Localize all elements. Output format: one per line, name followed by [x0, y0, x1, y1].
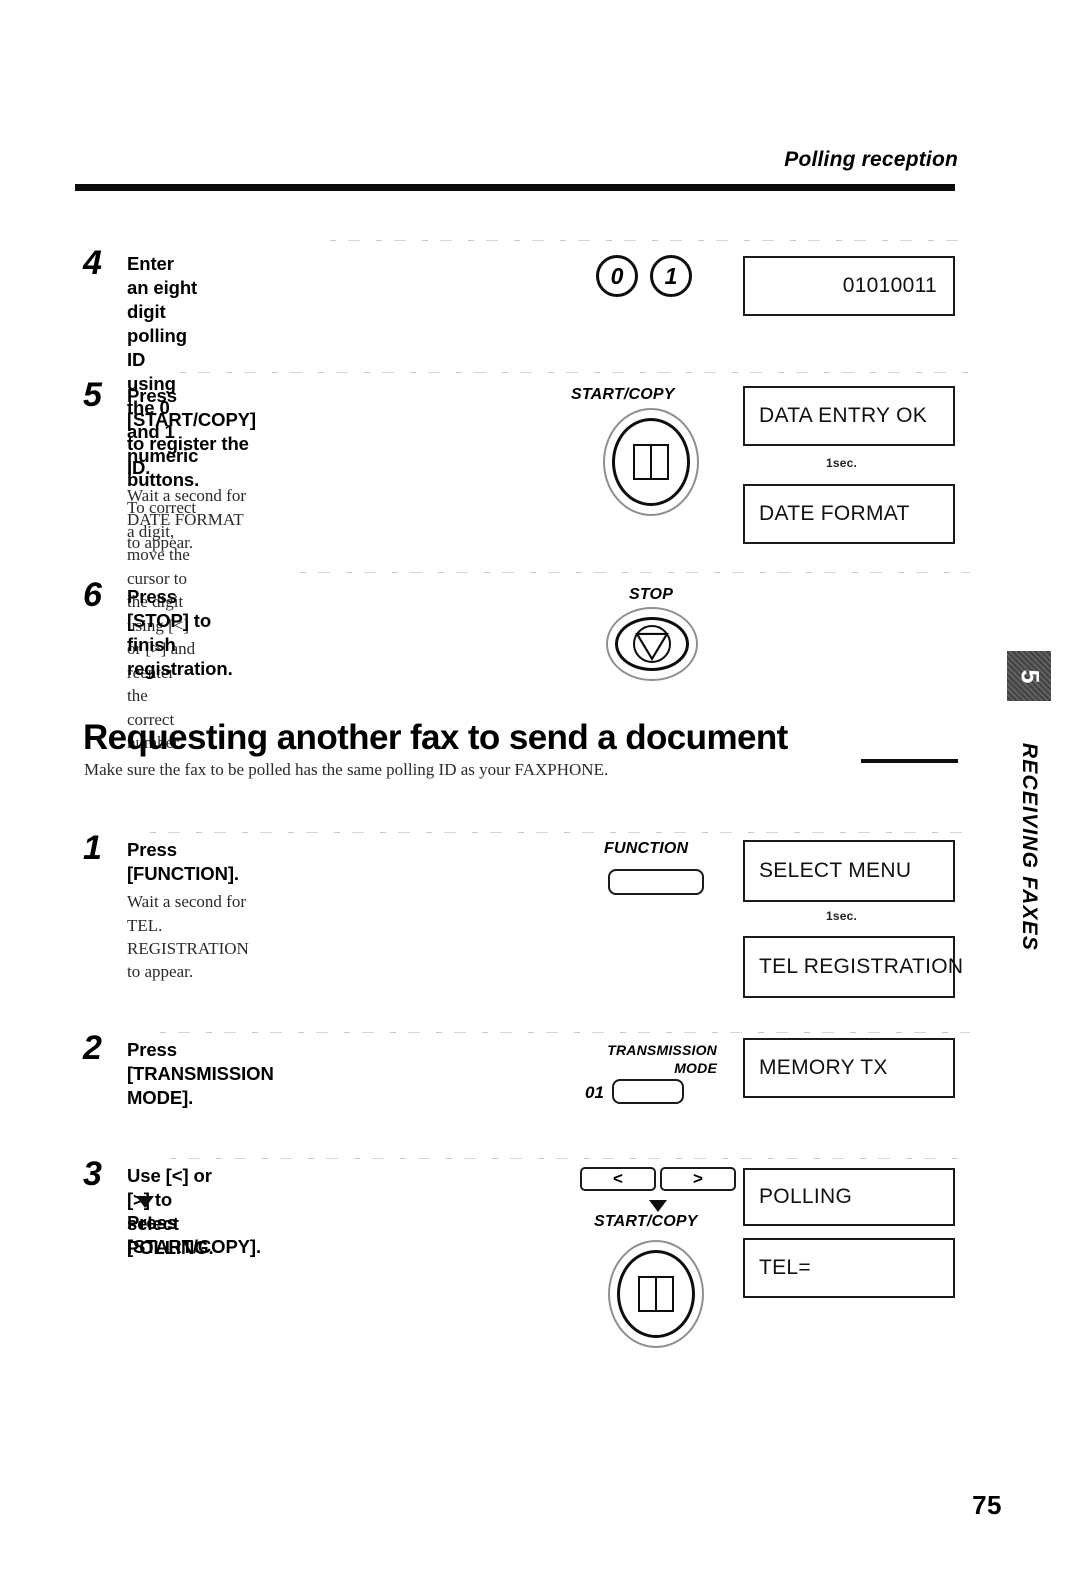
step-number: 6 — [83, 576, 102, 614]
scan-speckle — [180, 372, 970, 373]
start-copy-key-label: START/COPY — [594, 1213, 698, 1230]
chapter-tab-label: RECEIVING FAXES — [1007, 705, 1051, 1005]
start-copy-key-label: START/COPY — [571, 386, 675, 403]
section-heading: Requesting another fax to send a documen… — [83, 718, 788, 757]
header-rule — [75, 184, 955, 191]
lcd-line: TEL REGISTRATION — [759, 955, 964, 978]
lcd-display-tel-registration: TEL REGISTRATION — [743, 936, 963, 998]
delay-label: 1sec. — [826, 909, 858, 923]
lcd-line: MEMORY TX — [759, 1056, 888, 1079]
step-number: 2 — [83, 1029, 102, 1067]
chapter-number: 5 — [1015, 669, 1044, 683]
step-text-block: Press [TRANSMISSION MODE]. — [127, 1038, 274, 1110]
step-text-block-second: Press [START/COPY]. — [127, 1211, 261, 1259]
step-number: 1 — [83, 829, 102, 867]
step-number: 3 — [83, 1155, 102, 1193]
page-number: 75 — [972, 1490, 1002, 1520]
step-title: Press [START/COPY] to register the ID. — [127, 385, 256, 479]
lcd-display-data-entry-ok: DATA ENTRY OK — [743, 386, 955, 446]
section-heading-rule — [861, 759, 958, 763]
step-title-secondary: Press [START/COPY]. — [127, 1212, 262, 1258]
step-text-block: Press [FUNCTION]. Wait a second for TEL.… — [127, 838, 249, 984]
start-copy-bar-icon — [650, 445, 652, 479]
start-copy-key[interactable] — [603, 408, 699, 516]
transmission-mode-key[interactable] — [612, 1079, 684, 1104]
step-text-block: Press [START/COPY] to register the ID. W… — [127, 384, 256, 555]
lcd-line: DATE FORMAT — [759, 502, 910, 525]
chapter-tab-number-box: 5 — [1007, 651, 1051, 701]
step-number: 5 — [83, 376, 102, 414]
function-key-label: FUNCTION — [604, 840, 689, 857]
start-copy-bar-icon — [655, 1277, 657, 1311]
scan-speckle — [300, 572, 970, 573]
left-arrow-key[interactable]: < — [580, 1167, 656, 1191]
lcd-display-polling: POLLING — [743, 1168, 955, 1226]
scan-speckle — [160, 1032, 970, 1033]
numeric-key-1[interactable]: 1 — [650, 255, 692, 297]
page-header-title: Polling reception — [784, 148, 958, 171]
manual-page: Polling reception 4 Enter an eight digit… — [0, 0, 1080, 1585]
scan-speckle — [330, 240, 970, 241]
lcd-line: POLLING — [759, 1185, 853, 1208]
stop-key-label: STOP — [629, 586, 674, 603]
lcd-display-tel: TEL= — [743, 1238, 955, 1298]
scan-speckle — [150, 832, 970, 833]
lcd-line: SELECT MENU — [759, 859, 912, 882]
right-arrow-key[interactable]: > — [660, 1167, 736, 1191]
step-number: 4 — [83, 244, 102, 282]
step-subtext: Wait a second for DATE FORMAT to appear. — [127, 486, 246, 553]
lcd-line: TEL= — [759, 1256, 811, 1279]
step-text-block: Press [STOP] to finish registration. — [127, 585, 233, 681]
numeric-key-0[interactable]: 0 — [596, 255, 638, 297]
stop-triangle-icon — [635, 632, 669, 662]
step-flow-arrow-icon — [136, 1196, 154, 1208]
lcd-line: 01010011 — [842, 274, 937, 297]
transmission-mode-key-label-line1: TRANSMISSION — [607, 1042, 717, 1058]
transmission-mode-key-label-line2: MODE — [674, 1060, 717, 1076]
step-title: Press [TRANSMISSION MODE]. — [127, 1039, 274, 1109]
lcd-display-memory-tx: MEMORY TX — [743, 1038, 955, 1098]
delay-label: 1sec. — [826, 456, 858, 470]
step-title: Press [FUNCTION]. — [127, 839, 239, 885]
step-flow-arrow-icon — [649, 1200, 667, 1212]
lcd-display-select-menu: SELECT MENU — [743, 840, 955, 902]
section-intro-text: Make sure the fax to be polled has the s… — [84, 760, 609, 779]
chapter-name: RECEIVING FAXES — [1018, 742, 1041, 952]
scan-speckle — [170, 1158, 970, 1159]
start-copy-key[interactable] — [608, 1240, 704, 1348]
transmission-mode-code: 01 — [585, 1083, 604, 1102]
function-key[interactable] — [608, 869, 704, 895]
lcd-display-date-format: DATE FORMAT — [743, 484, 955, 544]
lcd-display-polling-id: 01010011 — [743, 256, 955, 316]
step-title: Press [STOP] to finish registration. — [127, 586, 233, 680]
step-subtext: Wait a second for TEL. REGISTRATION to a… — [127, 892, 249, 982]
lcd-line: DATA ENTRY OK — [759, 404, 928, 427]
stop-key[interactable] — [606, 607, 698, 681]
